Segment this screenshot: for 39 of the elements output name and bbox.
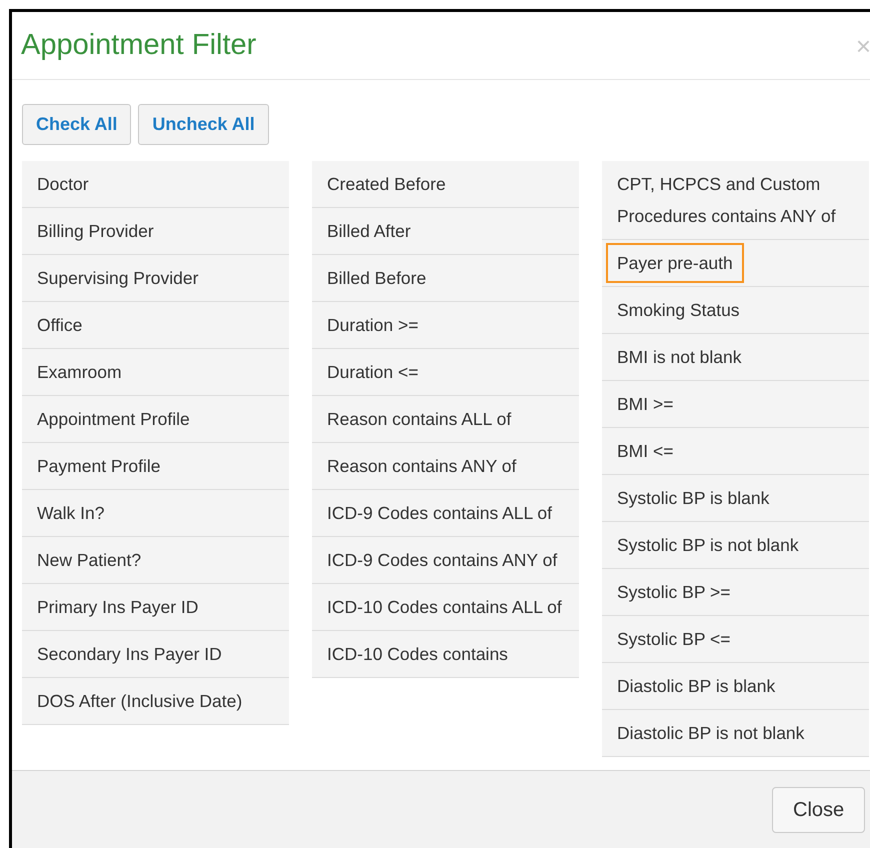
filter-item[interactable]: Duration <= xyxy=(316,352,430,392)
filter-item[interactable]: Systolic BP is blank xyxy=(606,478,780,518)
dialog-title: Appointment Filter xyxy=(21,28,256,63)
filter-item[interactable]: Systolic BP >= xyxy=(606,572,742,612)
filter-item[interactable]: Examroom xyxy=(26,352,133,392)
filter-item[interactable]: Reason contains ANY of xyxy=(316,446,528,486)
filter-item[interactable]: Systolic BP <= xyxy=(606,619,742,659)
filter-item[interactable]: Billed After xyxy=(316,211,422,251)
filter-item[interactable]: Diastolic BP is blank xyxy=(606,666,786,706)
filter-item[interactable]: Created Before xyxy=(316,164,457,204)
toolbar-button[interactable]: Check All xyxy=(22,104,132,145)
toolbar-button[interactable]: Uncheck All xyxy=(138,104,269,145)
filter-item[interactable]: ICD-9 Codes contains ALL of xyxy=(316,493,564,533)
filter-item[interactable]: Reason contains ALL of xyxy=(316,399,522,439)
filter-item[interactable]: Appointment Profile xyxy=(26,399,201,439)
filter-item[interactable]: Billed Before xyxy=(316,258,438,298)
filter-item[interactable]: Office xyxy=(26,305,94,345)
filter-item[interactable]: Payment Profile xyxy=(26,446,172,486)
filter-item[interactable]: ICD-10 Codes contains xyxy=(316,634,519,674)
filter-item[interactable]: Smoking Status xyxy=(606,290,751,330)
filter-item[interactable]: Primary Ins Payer ID xyxy=(26,587,210,627)
filter-item[interactable]: BMI is not blank xyxy=(606,337,752,377)
filter-item[interactable]: Diastolic BP is not blank xyxy=(606,713,816,753)
filter-item[interactable]: Systolic BP is not blank xyxy=(606,525,810,565)
filter-item[interactable]: Doctor xyxy=(26,164,100,204)
filter-item[interactable]: DOS After (Inclusive Date) xyxy=(26,681,254,721)
filter-item[interactable]: Secondary Ins Payer ID xyxy=(26,634,233,674)
filter-item[interactable]: Supervising Provider xyxy=(26,258,210,298)
filter-item[interactable]: CPT, HCPCS and Custom Procedures contains ANY of xyxy=(606,164,865,236)
filter-item[interactable]: BMI <= xyxy=(606,431,684,471)
close-button[interactable]: Close xyxy=(772,786,866,832)
filter-item[interactable]: ICD-9 Codes contains ANY of xyxy=(316,540,568,580)
filter-item[interactable]: Walk In? xyxy=(26,493,116,533)
filter-item[interactable]: Payer pre-auth xyxy=(606,243,744,283)
filter-item[interactable]: BMI >= xyxy=(606,384,684,424)
filter-item[interactable]: Duration >= xyxy=(316,305,430,345)
filter-item[interactable]: Billing Provider xyxy=(26,211,165,251)
filter-item[interactable]: ICD-10 Codes contains ALL of xyxy=(316,587,573,627)
filter-item[interactable]: New Patient? xyxy=(26,540,152,580)
